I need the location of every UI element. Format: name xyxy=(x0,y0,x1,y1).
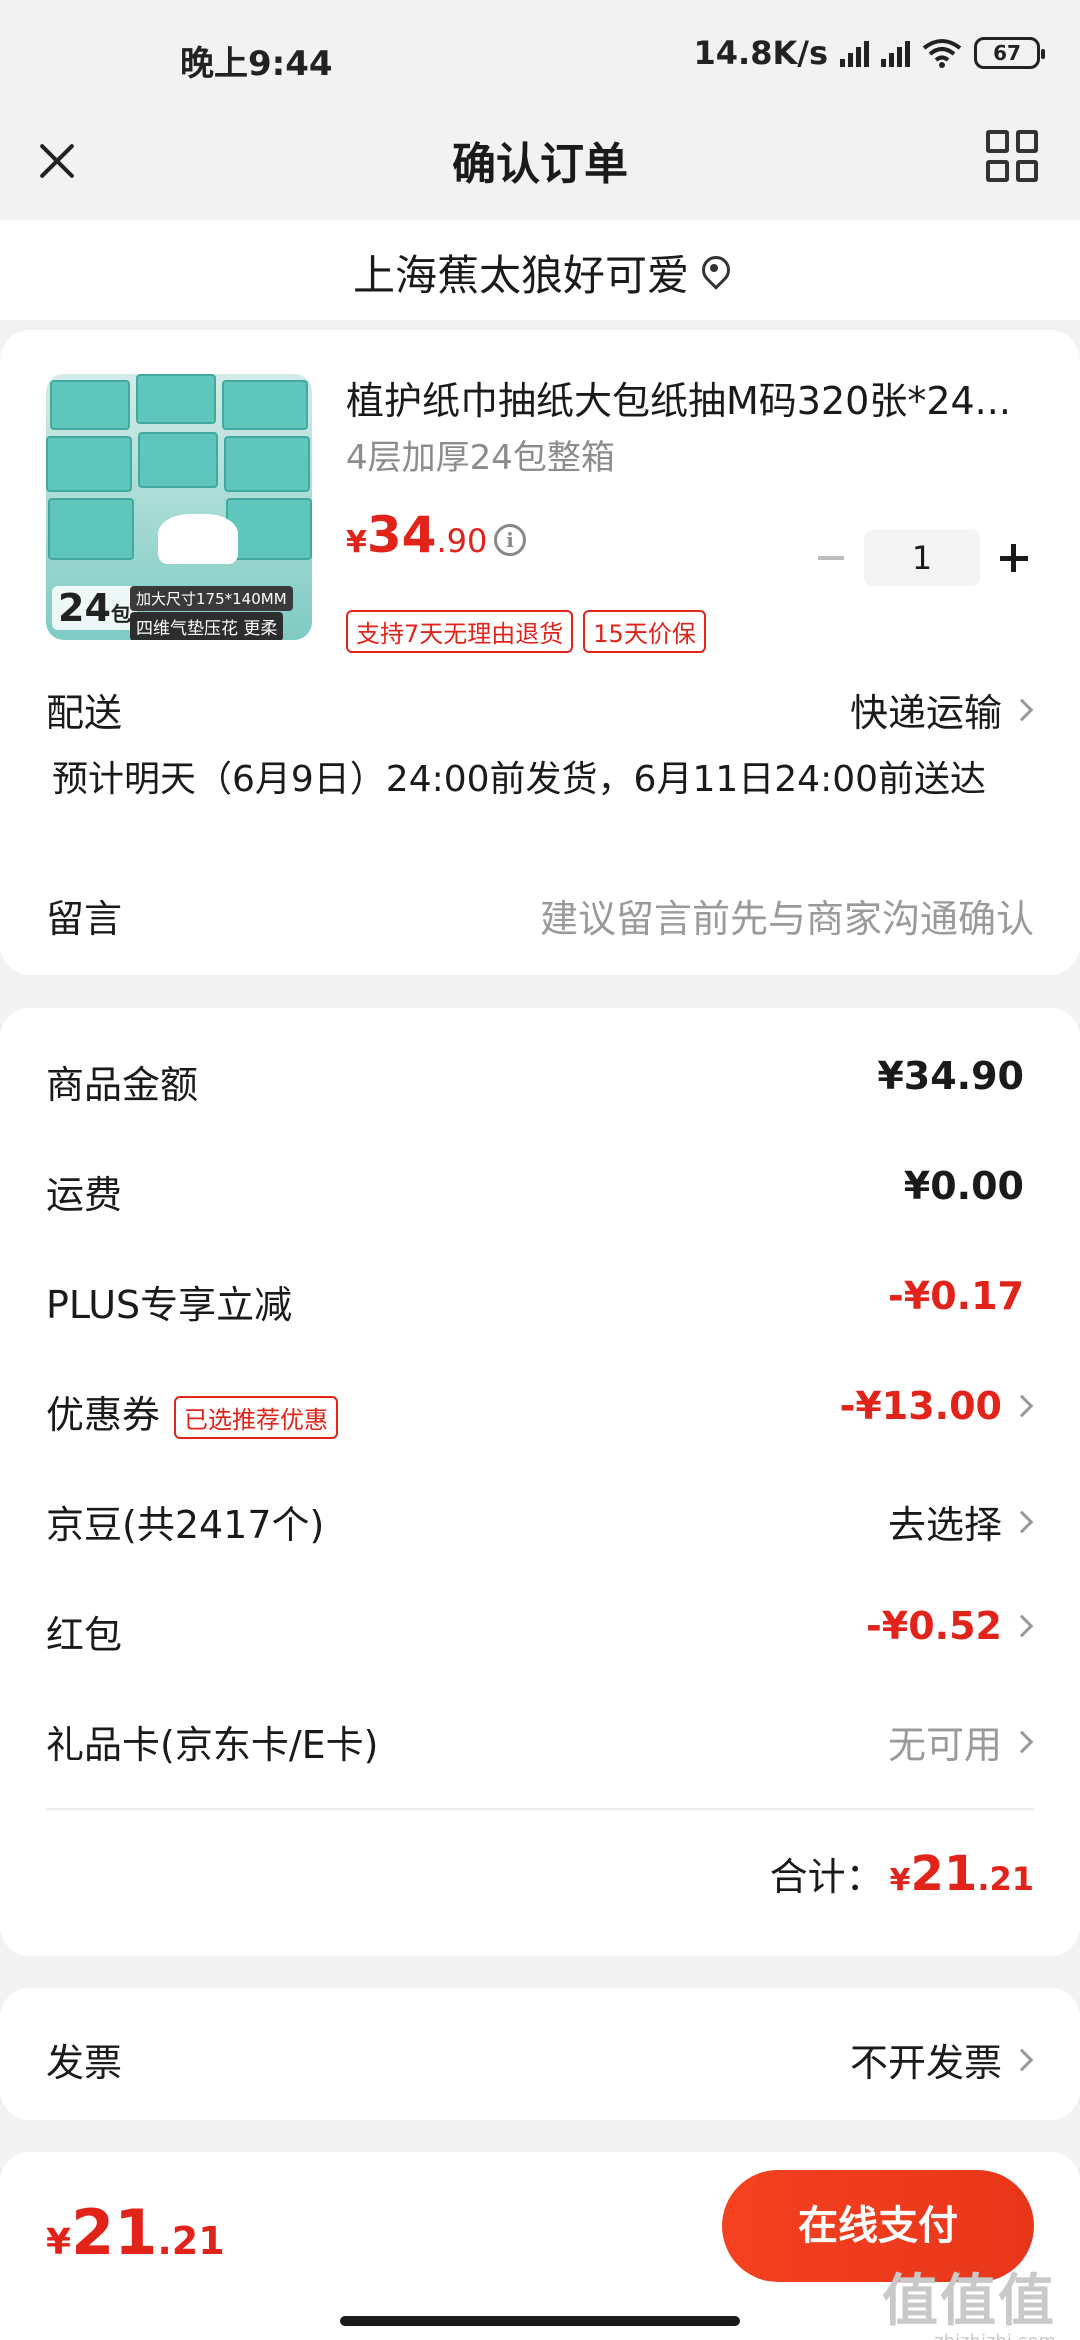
service-tags: 支持7天无理由退货 15天价保 xyxy=(346,610,706,653)
product-price: ¥34.90 xyxy=(346,506,488,564)
info-icon[interactable]: i xyxy=(494,524,526,556)
coupon-row[interactable]: 优惠券 已选推荐优惠 -¥13.00 xyxy=(0,1366,1080,1446)
delivery-label: 配送 xyxy=(46,691,123,735)
status-icons: 14.8K/s 67 xyxy=(693,34,1045,72)
home-indicator[interactable] xyxy=(340,2316,740,2326)
invoice-label: 发票 xyxy=(46,2041,123,2085)
grid-menu-icon[interactable] xyxy=(986,130,1038,182)
product-spec[interactable]: 4层加厚24包整箱 xyxy=(346,430,615,479)
status-time: 晚上9:44 xyxy=(180,44,333,84)
chevron-right-icon xyxy=(1010,1510,1034,1533)
page-title: 确认订单 xyxy=(452,139,628,190)
giftcard-row[interactable]: 礼品卡(京东卡/E卡) 无可用 xyxy=(0,1696,1080,1776)
pack-count-badge: 24包 xyxy=(52,586,137,630)
network-speed: 14.8K/s xyxy=(693,34,828,72)
delivery-method[interactable]: 快递运输 xyxy=(850,682,1034,737)
order-total: 合计： ¥21.21 xyxy=(769,1846,1034,1902)
price-protect-tag: 15天价保 xyxy=(583,610,706,653)
product-name[interactable]: 植护纸巾抽纸大包纸抽M码320张*24... xyxy=(346,370,1036,425)
checkout-price: ¥21.21 xyxy=(46,2196,225,2269)
shipping-row: 运费 ¥0.00 xyxy=(46,1164,1024,1217)
plus-icon[interactable] xyxy=(994,538,1034,578)
product-thumbnail[interactable]: 24包 加大尺寸175*140MM 四维气垫压花 更柔 xyxy=(46,374,312,640)
top-nav: 确认订单 xyxy=(0,120,1080,220)
plus-discount-row: PLUS专享立减 -¥0.17 xyxy=(46,1274,1024,1327)
battery-icon: 67 xyxy=(974,37,1045,69)
checkout-bar: ¥21.21 在线支付 值值值 zhizhizhi.com xyxy=(0,2152,1080,2340)
watermark-logo: 值值值 zhizhizhi.com xyxy=(882,2269,1056,2340)
signal-hd-icon xyxy=(881,39,910,67)
chevron-right-icon xyxy=(1010,1730,1034,1753)
chevron-right-icon xyxy=(1010,1614,1034,1638)
chevron-right-icon xyxy=(1010,2048,1034,2071)
location-pin-icon xyxy=(701,256,727,290)
address-bar[interactable]: 上海蕉太狼好可爱 xyxy=(0,220,1080,320)
delivery-estimate: 预计明天（6月9日）24:00前发货，6月11日24:00前送达 xyxy=(52,759,987,800)
amount-card: 商品金额 ¥34.90 运费 ¥0.00 PLUS专享立减 -¥0.17 优惠券… xyxy=(0,1008,1080,1956)
chevron-right-icon xyxy=(1010,1394,1034,1418)
jingdou-row[interactable]: 京豆(共2417个) 去选择 xyxy=(0,1476,1080,1556)
divider xyxy=(46,1808,1034,1810)
return-tag: 支持7天无理由退货 xyxy=(346,610,574,653)
redpacket-row[interactable]: 红包 -¥0.52 xyxy=(0,1586,1080,1666)
wifi-icon xyxy=(922,39,962,68)
message-label: 留言 xyxy=(46,897,123,941)
quantity-stepper: 1 xyxy=(810,530,1034,586)
quantity-field[interactable]: 1 xyxy=(864,530,980,586)
thumb-feature: 四维气垫压花 更柔 xyxy=(130,612,284,640)
signal-icon xyxy=(840,39,869,67)
thumb-dims: 加大尺寸175*140MM xyxy=(130,586,293,611)
message-input[interactable]: 建议留言前先与商家沟通确认 xyxy=(540,888,1034,943)
status-bar: 晚上9:44 14.8K/s 67 xyxy=(0,0,1080,120)
address-text: 上海蕉太狼好可爱 xyxy=(352,251,689,300)
invoice-row[interactable]: 发票 不开发票 xyxy=(0,1988,1080,2120)
product-card: 24包 加大尺寸175*140MM 四维气垫压花 更柔 植护纸巾抽纸大包纸抽M码… xyxy=(0,330,1080,975)
invoice-value[interactable]: 不开发票 xyxy=(850,2032,1034,2087)
coupon-selected-tag: 已选推荐优惠 xyxy=(174,1396,339,1439)
goods-amount-row: 商品金额 ¥34.90 xyxy=(46,1054,1024,1107)
chevron-right-icon xyxy=(1010,698,1034,721)
minus-icon[interactable] xyxy=(810,538,850,578)
